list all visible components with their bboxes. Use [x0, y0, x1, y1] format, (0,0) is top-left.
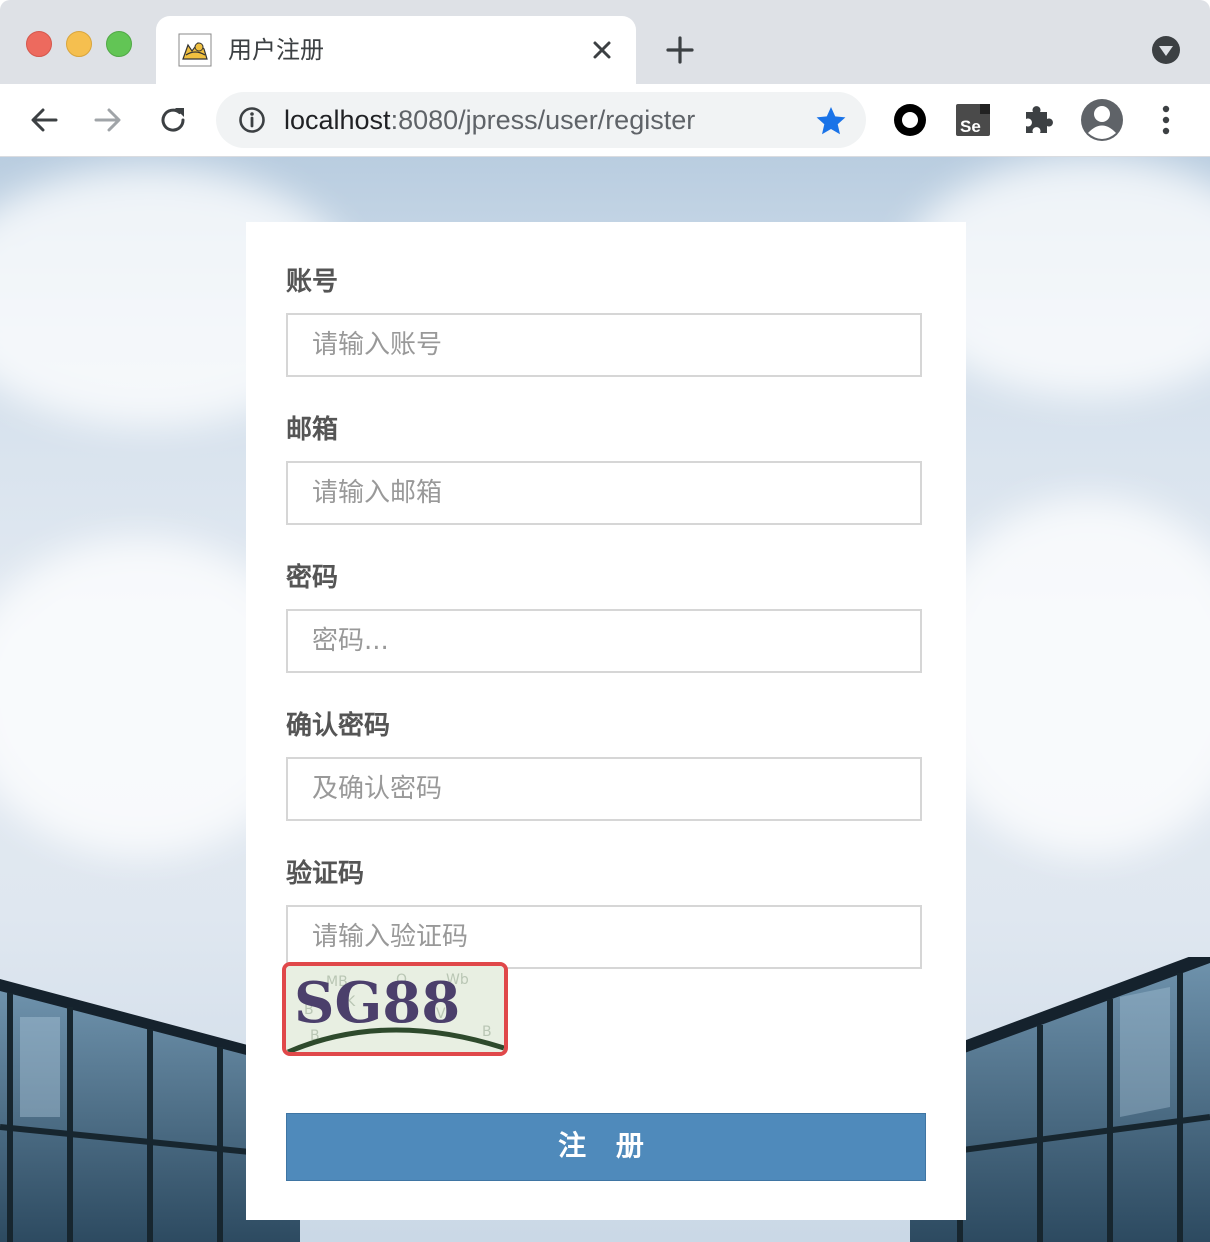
captcha-image[interactable]: MB O Wb BKB BV SG88 [282, 962, 508, 1056]
captcha-graphic: MB O Wb B KB BV SG88 [286, 966, 504, 1052]
tomcat-favicon-icon [178, 33, 212, 67]
page-background: 账号 邮箱 密码 确认密码 验证码 MBOWb BKB BV [0, 157, 1210, 1242]
window-minimize-button[interactable] [66, 31, 92, 57]
password-input[interactable] [288, 611, 920, 671]
register-button[interactable]: 注 册 [286, 1113, 926, 1181]
email-label: 邮箱 [286, 415, 339, 445]
puzzle-extensions-icon[interactable] [1018, 100, 1058, 140]
svg-text:Se: Se [960, 117, 981, 136]
selenium-ide-icon[interactable]: Se [954, 100, 994, 140]
address-bar[interactable]: localhost:8080/jpress/user/register [216, 92, 866, 148]
info-icon[interactable] [238, 106, 266, 134]
new-tab-icon[interactable] [664, 34, 696, 66]
url-path: :8080/jpress/user/register [390, 105, 696, 135]
kebab-menu-icon[interactable] [1146, 100, 1186, 140]
tab-search-icon[interactable] [1150, 34, 1182, 66]
circle-record-icon[interactable] [890, 100, 930, 140]
captcha-input[interactable] [288, 907, 920, 967]
confirm-password-label: 确认密码 [286, 711, 391, 741]
reload-icon[interactable] [157, 104, 189, 136]
password-field[interactable] [286, 609, 922, 673]
svg-text:B: B [482, 1024, 492, 1040]
password-label: 密码 [286, 563, 339, 593]
arrow-left-icon[interactable] [28, 104, 60, 136]
email-field[interactable] [286, 461, 922, 525]
arrow-right-icon[interactable] [92, 104, 124, 136]
captcha-label: 验证码 [286, 859, 365, 889]
star-icon[interactable] [814, 104, 848, 138]
email-input[interactable] [288, 463, 920, 523]
account-field[interactable] [286, 313, 922, 377]
captcha-text: SG88 [294, 970, 460, 1036]
svg-text:SG88: SG88 [294, 970, 460, 1036]
browser-toolbar: localhost:8080/jpress/user/register Se [0, 84, 1210, 157]
confirm-password-input[interactable] [288, 759, 920, 819]
tab-close-icon[interactable] [588, 36, 616, 64]
url-host: localhost [284, 105, 391, 135]
account-label: 账号 [286, 267, 339, 297]
tab-title: 用户注册 [228, 36, 324, 64]
window-close-button[interactable] [26, 31, 52, 57]
account-input[interactable] [288, 315, 920, 375]
confirm-password-field[interactable] [286, 757, 922, 821]
profile-avatar-icon[interactable] [1080, 98, 1124, 142]
browser-tabstrip: 用户注册 [0, 0, 1210, 84]
browser-tab[interactable]: 用户注册 [156, 16, 636, 84]
window-zoom-button[interactable] [106, 31, 132, 57]
captcha-field[interactable] [286, 905, 922, 969]
url-text[interactable]: localhost:8080/jpress/user/register [284, 104, 695, 136]
register-form-card: 账号 邮箱 密码 确认密码 验证码 MBOWb BKB BV [246, 222, 966, 1220]
